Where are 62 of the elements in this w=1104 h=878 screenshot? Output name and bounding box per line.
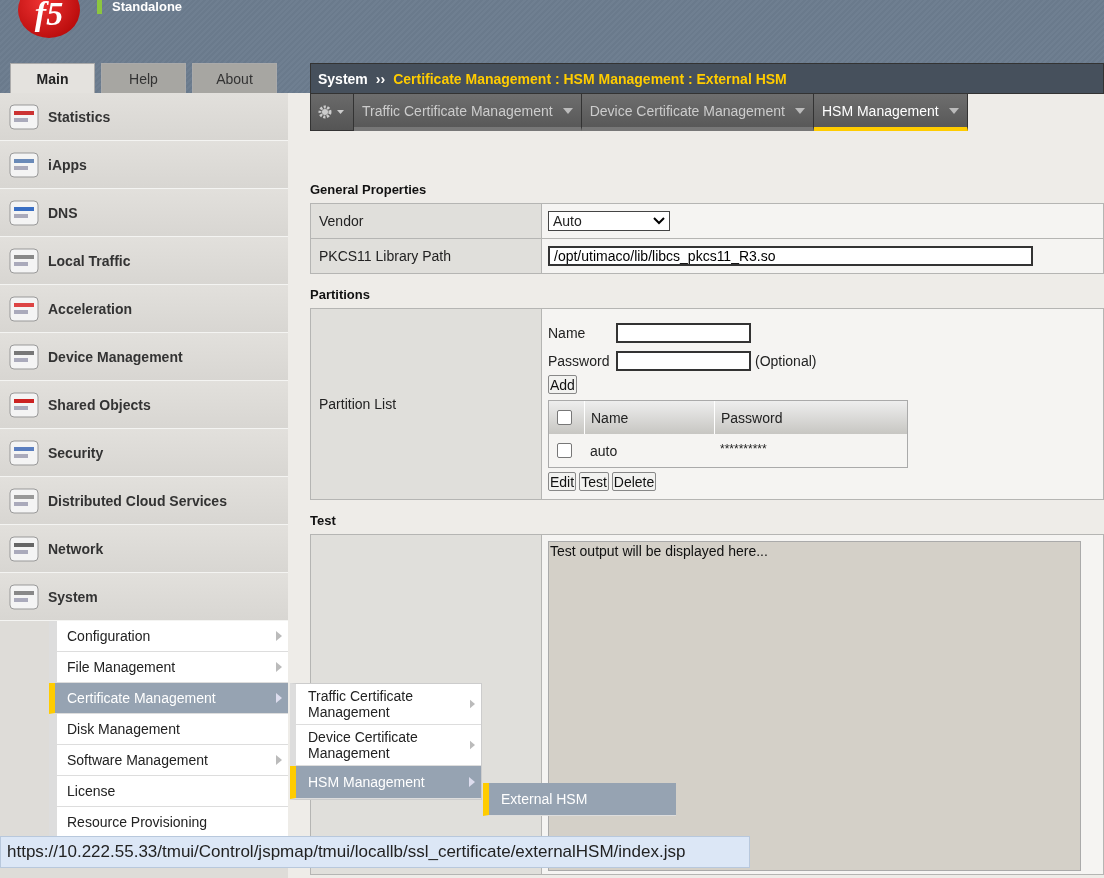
nav-label: Acceleration	[48, 300, 133, 317]
add-button[interactable]: Add	[548, 375, 577, 394]
nav-item[interactable]: Device Management	[0, 333, 288, 381]
table-cell-text: **********	[719, 441, 768, 458]
nav-label: Security	[48, 444, 104, 461]
breadcrumb-path: Certificate Management : HSM Management : External HSM	[393, 70, 787, 87]
optional-note: (Optional)	[755, 353, 817, 369]
section-title: Test	[310, 512, 337, 530]
password-field[interactable]	[616, 351, 751, 371]
page-tab[interactable]: HSM Management	[813, 93, 968, 131]
field-label: Name	[548, 325, 587, 341]
nav-item[interactable]: iApps	[0, 141, 288, 189]
select-all-checkbox[interactable]	[557, 410, 572, 425]
row-checkbox[interactable]	[557, 443, 572, 458]
nav-item[interactable]: Local Traffic	[0, 237, 288, 285]
table-cell-text: auto	[589, 441, 619, 461]
library-path-field[interactable]: /opt/utimaco/lib/libcs_pkcs11_R3.so	[548, 246, 1033, 266]
nav-item[interactable]: Statistics	[0, 93, 288, 141]
caret-icon	[562, 107, 573, 114]
nav-label: Device Management	[48, 348, 183, 365]
nav-item[interactable]: Security	[0, 429, 288, 477]
logo: f5	[18, 0, 80, 38]
field-label: Password	[548, 353, 611, 369]
section-title: General Properties	[310, 181, 428, 199]
device-status: Standalone	[97, 0, 183, 14]
action-button[interactable]: Test	[579, 472, 609, 491]
settings-icon	[318, 105, 346, 119]
action-button[interactable]: Edit	[548, 472, 577, 491]
main-tab[interactable]: About	[192, 63, 277, 93]
nav-item[interactable]: Acceleration	[0, 285, 288, 333]
nav-label: Shared Objects	[48, 396, 151, 413]
column-header[interactable]: Password	[714, 401, 907, 434]
nav-label: Statistics	[48, 108, 111, 125]
nav-label: DNS	[48, 204, 78, 221]
nav-item[interactable]: DNS	[0, 189, 288, 237]
settings-menu-button[interactable]	[310, 93, 354, 131]
property-label: PKCS11 Library Path	[310, 238, 542, 274]
vendor-dropdown[interactable]: Auto	[548, 211, 670, 231]
column-header[interactable]: Name	[584, 401, 714, 434]
caret-icon	[948, 107, 959, 114]
caret-icon	[794, 107, 805, 114]
nav-item[interactable]: Shared Objects	[0, 381, 288, 429]
section-title: Partitions	[310, 286, 371, 304]
name-field[interactable]	[616, 323, 751, 343]
property-label: Vendor	[310, 203, 542, 239]
chevron-down-icon	[653, 217, 665, 225]
nav-item[interactable]: System	[0, 573, 288, 621]
nav-label: Local Traffic	[48, 252, 131, 269]
nav-label: Network	[48, 540, 104, 557]
page-tab[interactable]: Traffic Certificate Management	[354, 93, 582, 131]
breadcrumb-separator: ››	[375, 70, 386, 87]
action-button[interactable]: Delete	[611, 472, 657, 491]
nav-item[interactable]: Distributed Cloud Services	[0, 477, 288, 525]
nav-label: System	[48, 588, 98, 605]
nav-item[interactable]: Network	[0, 525, 288, 573]
main-tab[interactable]: Main	[10, 63, 95, 93]
breadcrumb-root: System	[318, 70, 368, 87]
property-label: Partition List	[310, 308, 542, 500]
main-tab[interactable]: Help	[101, 63, 186, 93]
nav-label: iApps	[48, 156, 87, 173]
page-tab[interactable]: Device Certificate Management	[581, 93, 814, 131]
nav-label: Distributed Cloud Services	[48, 492, 227, 509]
